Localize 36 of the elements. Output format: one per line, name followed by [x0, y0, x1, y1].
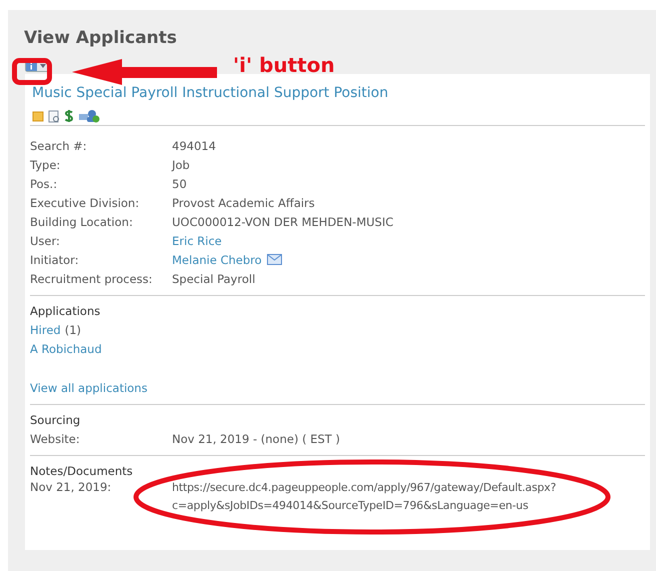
dollar-icon[interactable] — [64, 109, 74, 123]
applicant-link[interactable]: A Robichaud — [30, 342, 102, 356]
hired-link[interactable]: Hired — [30, 322, 61, 336]
hired-count: (1) — [64, 322, 81, 336]
url-text: https://secure.dc4.pageuppeople.com/apply/967/gateway/Default.aspx? c=apply&sJobIDs=494014&SourceTypeID=796&sLanguage=en-us — [172, 480, 556, 514]
field-label: Nov 21, 2019: — [30, 480, 112, 494]
field-label: Pos.: — [30, 176, 58, 190]
section-heading: Applications — [30, 303, 102, 320]
email-icon[interactable] — [266, 254, 282, 265]
field-label: Executive Division: — [30, 196, 140, 210]
note-icon[interactable] — [32, 110, 44, 122]
field-label: Recruitment process: — [30, 272, 154, 286]
document-icon[interactable] — [48, 110, 60, 122]
field-value: Nov 21, 2019 - (none) ( EST ) — [172, 432, 340, 446]
field-label: Website: — [30, 432, 81, 446]
field-value: 50 — [172, 176, 187, 190]
people-icon[interactable] — [78, 109, 100, 123]
field-label: Type: — [30, 158, 62, 172]
field-label: Initiator: — [30, 252, 80, 266]
job-title-link[interactable]: Music Special Payroll Instructional Support Position — [30, 74, 645, 104]
field-value: Special Payroll — [172, 272, 256, 286]
field-label: Search #: — [30, 138, 88, 152]
field-value: UOC000012-VON DER MEHDEN-MUSIC — [172, 214, 394, 228]
person-link[interactable]: Eric Rice — [172, 234, 222, 248]
section-heading: Notes/Documents — [30, 463, 134, 480]
section-heading: Sourcing — [30, 412, 82, 429]
field-value: 494014 — [172, 138, 216, 152]
person-link[interactable]: Melanie Chebro — [172, 252, 262, 266]
view-all-link[interactable]: View all applications — [30, 380, 148, 394]
field-label: User: — [30, 234, 61, 248]
annotation-label: 'i' button — [233, 53, 335, 77]
highlight-rectangle — [12, 58, 52, 85]
page-title: View Applicants — [24, 28, 178, 50]
field-label: Building Location: — [30, 214, 134, 228]
field-value: Provost Academic Affairs — [172, 196, 315, 210]
field-value: Job — [172, 158, 190, 172]
